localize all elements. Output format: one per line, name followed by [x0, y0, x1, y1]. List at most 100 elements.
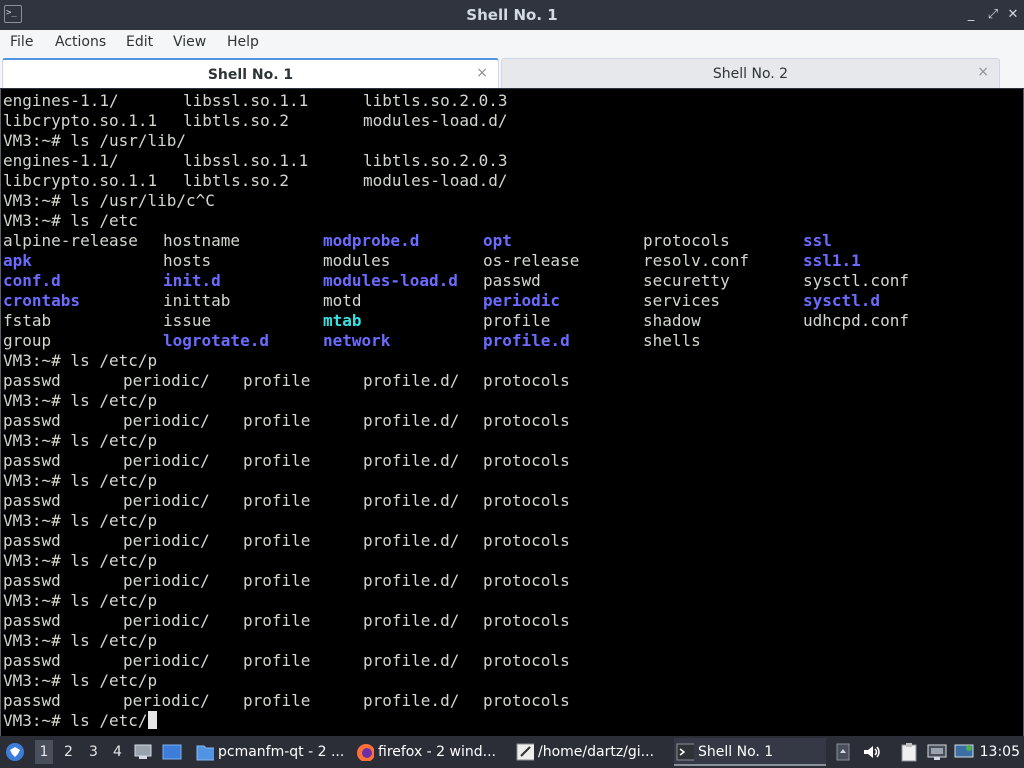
- terminal-text: passwd: [3, 531, 61, 550]
- terminal-text: periodic/: [123, 611, 210, 630]
- terminal-text: periodic/: [123, 451, 210, 470]
- task-pcmanfm[interactable]: pcmanfm-qt - 2 ...: [194, 738, 344, 766]
- tray-scroll-button[interactable]: [836, 736, 852, 768]
- terminal-text: VM3:~# ls /etc/p: [3, 431, 158, 450]
- firefox-icon: [357, 744, 374, 761]
- terminal-text: services: [643, 291, 721, 310]
- terminal-text: profile.d/: [363, 651, 460, 670]
- terminal-text: shadow: [643, 311, 701, 330]
- terminal-text: protocols: [483, 451, 570, 470]
- window-list-button[interactable]: [162, 736, 184, 768]
- task-shell[interactable]: Shell No. 1: [674, 738, 826, 766]
- terminal-text: profile: [243, 611, 311, 630]
- terminal-text: motd: [323, 291, 362, 310]
- volume-icon: [864, 746, 880, 758]
- terminal-line: passwd periodic/profile profile.d/protocol…: [3, 491, 1019, 511]
- terminal-text: passwd: [3, 691, 61, 710]
- directory-entry: modules-load.d: [323, 271, 458, 290]
- terminal-line: engines-1.1/libssl.so.1.1 libtls.so.2.0.3: [3, 91, 1019, 111]
- terminal-text: VM3:~# ls /usr/lib/: [3, 131, 187, 150]
- menu-help[interactable]: Help: [227, 34, 259, 50]
- terminal-prompt-line[interactable]: VM3:~# ls /etc/: [3, 711, 1019, 731]
- terminal-text: periodic/: [123, 691, 210, 710]
- task-firefox[interactable]: firefox - 2 wind...: [354, 738, 506, 766]
- folder-icon: [196, 745, 214, 761]
- menu-view[interactable]: View: [173, 34, 206, 50]
- terminal-text: VM3:~# ls /etc/p: [3, 511, 158, 530]
- window-title: Shell No. 1: [466, 6, 558, 24]
- terminal-line: libcrypto.so.1.1 libtls.so.2 modules-load.…: [3, 111, 1019, 131]
- task-label: Shell No. 1: [698, 744, 774, 760]
- tab-close-icon[interactable]: ×: [977, 64, 989, 80]
- workspace-3[interactable]: 3: [89, 744, 98, 760]
- terminal-text: passwd: [3, 651, 61, 670]
- tab-label: Shell No. 2: [712, 66, 789, 82]
- terminal-text: VM3:~# ls /etc/p: [3, 471, 158, 490]
- terminal-text: periodic/: [123, 491, 210, 510]
- terminal-line: passwd periodic/profile profile.d/protocol…: [3, 611, 1019, 631]
- terminal-line: VM3:~# ls /etc/p: [3, 391, 1019, 411]
- workspace-1[interactable]: 1: [35, 740, 53, 764]
- terminal-output[interactable]: engines-1.1/libssl.so.1.1 libtls.so.2.0.3…: [0, 89, 1024, 736]
- terminal-line: VM3:~# ls /usr/lib/: [3, 131, 1019, 151]
- menu-edit[interactable]: Edit: [126, 34, 153, 50]
- terminal-text: libssl.so.1.1: [183, 91, 309, 110]
- workspace-4[interactable]: 4: [113, 744, 122, 760]
- terminal-text: VM3:~# ls /etc/p: [3, 551, 158, 570]
- terminal-text: protocols: [483, 371, 570, 390]
- network-button[interactable]: [927, 736, 949, 768]
- terminal-text: passwd: [3, 411, 61, 430]
- terminal-line: VM3:~# ls /etc/p: [3, 351, 1019, 371]
- network-icon: [927, 744, 947, 760]
- terminal-text: profile.d/: [363, 691, 460, 710]
- terminal-text: protocols: [483, 651, 570, 670]
- tab-shell-1[interactable]: Shell No. 1 ×: [2, 58, 499, 88]
- terminal-text: profile.d/: [363, 571, 460, 590]
- minimize-button[interactable]: _: [962, 6, 980, 24]
- menu-file[interactable]: File: [10, 34, 33, 50]
- terminal-text: libcrypto.so.1.1: [3, 111, 158, 130]
- terminal-line: crontabs inittab motd periodic services sysct…: [3, 291, 1019, 311]
- directory-entry: apk: [3, 251, 32, 270]
- menu-actions[interactable]: Actions: [55, 34, 106, 50]
- workspace-2[interactable]: 2: [64, 744, 73, 760]
- tab-close-icon[interactable]: ×: [476, 65, 488, 81]
- volume-button[interactable]: [862, 736, 884, 768]
- monitor-update-icon: [954, 744, 974, 758]
- prompt-text: VM3:~# ls /etc/: [3, 711, 148, 730]
- window-titlebar[interactable]: >_ Shell No. 1 _ ⤢ ✕: [0, 0, 1024, 30]
- maximize-button[interactable]: ⤢: [984, 6, 1002, 24]
- directory-entry: sysctl.d: [803, 291, 881, 310]
- terminal-text: periodic/: [123, 371, 210, 390]
- terminal-text: periodic/: [123, 411, 210, 430]
- close-button[interactable]: ✕: [1004, 6, 1022, 24]
- terminal-line: passwd periodic/profile profile.d/protocol…: [3, 451, 1019, 471]
- tab-shell-2[interactable]: Shell No. 2 ×: [501, 58, 1000, 88]
- show-desktop-button[interactable]: [134, 736, 154, 768]
- lxqt-logo-icon: [6, 743, 24, 761]
- terminal-text: profile.d/: [363, 611, 460, 630]
- terminal-text: VM3:~# ls /etc/p: [3, 391, 158, 410]
- terminal-text: periodic/: [123, 651, 210, 670]
- terminal-text: protocols: [483, 531, 570, 550]
- terminal-text: VM3:~# ls /usr/lib/c^C: [3, 191, 215, 210]
- terminal-text: profile: [243, 571, 311, 590]
- desktop-icon: [134, 744, 152, 759]
- terminal-text: modules-load.d/: [363, 111, 508, 130]
- terminal-text: fstab: [3, 311, 52, 330]
- directory-entry: periodic: [483, 291, 561, 310]
- terminal-line: passwd periodic/profile profile.d/protocol…: [3, 411, 1019, 431]
- clipboard-button[interactable]: [900, 736, 920, 768]
- terminal-text: issue: [163, 311, 212, 330]
- clock[interactable]: 13:05: [980, 744, 1020, 760]
- update-notifier-button[interactable]: [954, 736, 976, 768]
- text-cursor: [147, 711, 157, 729]
- terminal-text: protocols: [483, 691, 570, 710]
- terminal-text: libtls.so.2.0.3: [363, 151, 508, 170]
- terminal-text: inittab: [163, 291, 231, 310]
- terminal-text: protocols: [483, 611, 570, 630]
- terminal-text: modules: [323, 251, 391, 270]
- terminal-line: VM3:~# ls /etc/p: [3, 471, 1019, 491]
- start-menu-button[interactable]: [4, 736, 28, 768]
- task-editor[interactable]: /home/dartz/gi...: [514, 738, 666, 766]
